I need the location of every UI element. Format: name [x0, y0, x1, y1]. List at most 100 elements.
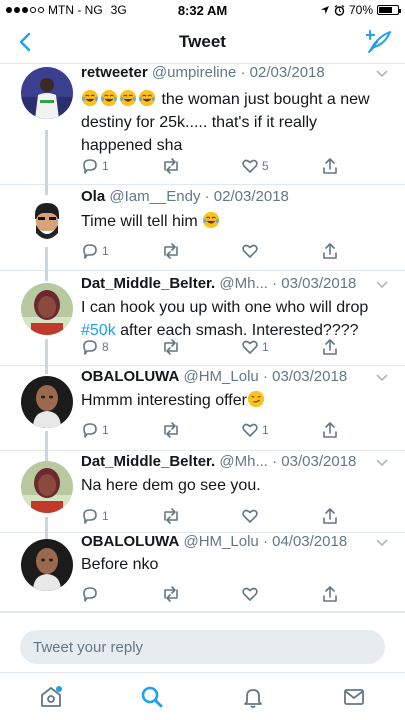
- tweet-header: Dat_Middle_Belter. @Mh... · 03/03/2018: [81, 453, 375, 470]
- username[interactable]: @HM_Lolu: [184, 368, 259, 385]
- avatar[interactable]: [21, 67, 73, 119]
- tweet-text-body: Hmmm interesting offer: [81, 392, 247, 409]
- like-button[interactable]: [241, 585, 321, 603]
- retweet-icon: [164, 243, 178, 259]
- reply-button[interactable]: 1: [81, 507, 161, 525]
- thread-line: [45, 517, 48, 533]
- display-name[interactable]: OBALOLUWA: [81, 533, 179, 550]
- username[interactable]: @Iam__Endy: [109, 188, 200, 205]
- username[interactable]: @umpireline: [152, 64, 236, 81]
- reply-count: 1: [102, 423, 109, 437]
- thread-line: [45, 271, 48, 281]
- display-name[interactable]: retweeter: [81, 64, 148, 81]
- tweet-actions: 15: [81, 156, 365, 176]
- thread-line: [45, 130, 48, 185]
- tweet-text: I can hook you up with one who will drop…: [81, 296, 391, 342]
- like-icon: [242, 340, 258, 354]
- emoji-group: [247, 390, 266, 409]
- alarm-icon: [334, 4, 345, 16]
- tweet-text: Before nko: [81, 553, 391, 576]
- tweet-date: · 03/03/2018: [262, 368, 348, 385]
- tweet-item[interactable]: OBALOLUWA @HM_Lolu · 03/03/2018 Hmmm int…: [0, 366, 405, 451]
- chevron-down-icon[interactable]: [375, 538, 389, 548]
- like-icon: [242, 244, 258, 258]
- tab-home[interactable]: [31, 677, 71, 717]
- tab-messages[interactable]: [334, 677, 374, 717]
- avatar[interactable]: [21, 539, 73, 591]
- reply-button[interactable]: 1: [81, 242, 161, 260]
- avatar[interactable]: [21, 195, 73, 247]
- reply-button[interactable]: 1: [81, 421, 161, 439]
- retweet-button[interactable]: [161, 338, 241, 356]
- username[interactable]: @Mh...: [219, 453, 268, 470]
- share-button[interactable]: [321, 157, 339, 175]
- display-name[interactable]: Dat_Middle_Belter.: [81, 453, 215, 470]
- retweet-button[interactable]: [161, 421, 241, 439]
- share-icon: [323, 243, 337, 259]
- tweet-text-body: I can hook you up with one who will drop: [81, 299, 369, 316]
- reply-icon: [83, 340, 97, 355]
- signal-strength-icon: [6, 7, 44, 13]
- tweet-item[interactable]: Dat_Middle_Belter. @Mh... · 03/03/2018 N…: [0, 451, 405, 533]
- reply-icon: [83, 423, 97, 438]
- reply-button[interactable]: 1: [81, 157, 161, 175]
- chevron-down-icon[interactable]: [375, 280, 389, 290]
- tweet-date: · 02/03/2018: [204, 188, 289, 205]
- tweet-header: retweeter @umpireline · 02/03/2018: [81, 64, 375, 81]
- battery-percentage: 70%: [348, 3, 373, 17]
- like-button[interactable]: [241, 507, 321, 525]
- tears-of-joy-emoji: [138, 89, 156, 107]
- retweet-icon: [164, 422, 178, 438]
- reply-button[interactable]: [81, 585, 161, 603]
- retweet-button[interactable]: [161, 507, 241, 525]
- chevron-down-icon[interactable]: [375, 373, 389, 383]
- reply-button[interactable]: 8: [81, 338, 161, 356]
- like-button[interactable]: [241, 242, 321, 260]
- like-button[interactable]: 5: [241, 157, 321, 175]
- retweet-button[interactable]: [161, 157, 241, 175]
- retweet-icon: [164, 339, 178, 355]
- share-button[interactable]: [321, 507, 339, 525]
- tweet-date: · 03/03/2018: [272, 275, 357, 292]
- tweet-date: · 02/03/2018: [240, 64, 325, 81]
- thread-line: [45, 339, 48, 366]
- avatar[interactable]: [21, 283, 73, 335]
- chevron-down-icon[interactable]: [375, 69, 389, 79]
- share-button[interactable]: [321, 585, 339, 603]
- thread-line: [45, 366, 48, 374]
- share-button[interactable]: [321, 242, 339, 260]
- avatar[interactable]: [21, 376, 73, 428]
- share-icon: [323, 508, 337, 524]
- tab-notifications[interactable]: [233, 677, 273, 717]
- tweet-item[interactable]: retweeter @umpireline · 02/03/2018 the w…: [0, 64, 405, 185]
- tweet-header: Ola @Iam__Endy · 02/03/2018: [81, 188, 375, 205]
- username[interactable]: @Mh...: [219, 275, 268, 292]
- reply-input[interactable]: Tweet your reply: [20, 630, 385, 664]
- reply-count: 8: [102, 340, 109, 354]
- retweet-button[interactable]: [161, 585, 241, 603]
- retweet-button[interactable]: [161, 242, 241, 260]
- username[interactable]: @HM_Lolu: [184, 533, 259, 550]
- unread-dot: [55, 685, 62, 692]
- replies-timeline: retweeter @umpireline · 02/03/2018 the w…: [0, 64, 405, 612]
- chevron-down-icon[interactable]: [375, 458, 389, 468]
- messages-icon: [344, 688, 365, 705]
- back-button[interactable]: [12, 28, 38, 56]
- like-count: 1: [262, 340, 269, 354]
- tab-search[interactable]: [132, 677, 172, 717]
- tweet-text: Hmmm interesting offer: [81, 389, 391, 412]
- avatar[interactable]: [21, 461, 73, 513]
- share-button[interactable]: [321, 421, 339, 439]
- share-button[interactable]: [321, 338, 339, 356]
- like-button[interactable]: 1: [241, 421, 321, 439]
- display-name[interactable]: Ola: [81, 188, 105, 205]
- tears-of-joy-emoji: [81, 89, 99, 107]
- like-button[interactable]: 1: [241, 338, 321, 356]
- compose-tweet-button[interactable]: [365, 28, 393, 56]
- tweet-item[interactable]: Ola @Iam__Endy · 02/03/2018 Time will te…: [0, 185, 405, 271]
- tweet-actions: 11: [81, 420, 365, 440]
- tweet-item[interactable]: OBALOLUWA @HM_Lolu · 04/03/2018 Before n…: [0, 533, 405, 612]
- display-name[interactable]: OBALOLUWA: [81, 368, 179, 385]
- tweet-item[interactable]: Dat_Middle_Belter. @Mh... · 03/03/2018 I…: [0, 271, 405, 366]
- display-name[interactable]: Dat_Middle_Belter.: [81, 275, 215, 292]
